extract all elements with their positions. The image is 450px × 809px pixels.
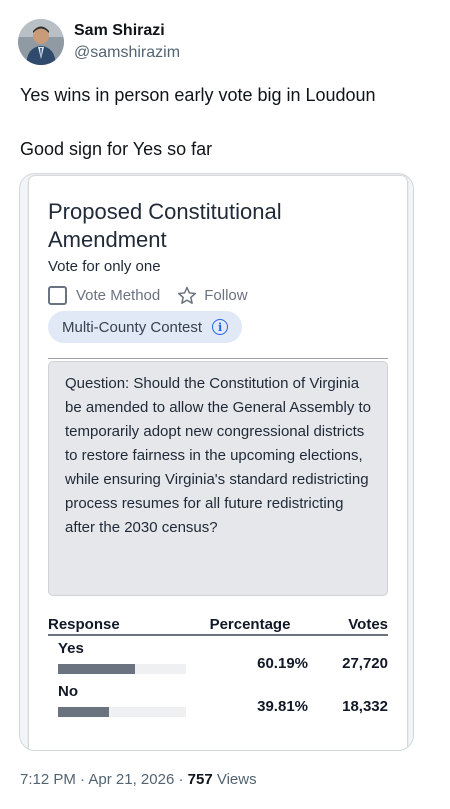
divider xyxy=(48,358,388,359)
ballot-title: Proposed Constitutional Amendment xyxy=(48,199,282,252)
vote-share-bar xyxy=(58,707,186,717)
info-icon: i xyxy=(212,319,229,335)
result-row-no: No 39.81% 18,332 xyxy=(48,679,388,722)
ballot-options-row: Vote Method Follow xyxy=(48,286,248,305)
percentage-value: 39.81% xyxy=(257,698,308,715)
percentage-value: 60.19% xyxy=(257,655,308,672)
vote-share-bar-fill xyxy=(58,707,109,717)
tweet-image[interactable]: Proposed Constitutional Amendment Vote f… xyxy=(19,173,414,751)
views-label: Views xyxy=(216,771,257,788)
response-label: Yes xyxy=(58,640,84,657)
tweet-time[interactable]: 7:12 PM xyxy=(20,771,76,788)
vote-share-bar xyxy=(58,664,186,674)
result-row-yes: Yes 60.19% 27,720 xyxy=(48,636,388,679)
display-name[interactable]: Sam Shirazi xyxy=(74,21,180,41)
vote-instruction: Vote for only one xyxy=(48,258,161,275)
tweet-meta: 7:12 PM · Apr 21, 2026 · 757 Views xyxy=(20,771,257,788)
avatar[interactable] xyxy=(18,19,64,65)
column-header-votes: Votes xyxy=(348,616,388,633)
question-box: Question: Should the Constitution of Vir… xyxy=(48,361,388,596)
contest-pill: Multi-County Contest i xyxy=(48,311,243,343)
user-handle[interactable]: @samshirazim xyxy=(74,43,180,63)
contest-pill-label: Multi-County Contest xyxy=(62,318,203,336)
meta-separator: · xyxy=(178,771,184,788)
vote-method-checkbox xyxy=(48,286,67,305)
follow-control: Follow xyxy=(177,286,248,305)
views-count: 757 xyxy=(187,771,213,788)
ballot-card: Proposed Constitutional Amendment Vote f… xyxy=(29,176,407,750)
results-header: Response Percentage Votes xyxy=(48,616,388,636)
results-table: Response Percentage Votes Yes 60.19% 27,… xyxy=(48,616,388,722)
tweet-text-line: Yes wins in person early vote big in Lou… xyxy=(20,85,376,105)
follow-label: Follow xyxy=(204,287,248,304)
tweet-text-line: Good sign for Yes so far xyxy=(20,139,213,159)
column-header-response: Response xyxy=(48,616,120,633)
vote-method-label: Vote Method xyxy=(76,287,161,304)
votes-value: 18,332 xyxy=(342,698,388,715)
votes-value: 27,720 xyxy=(342,655,388,672)
response-label: No xyxy=(58,683,78,700)
vote-share-bar-fill xyxy=(58,664,136,674)
star-icon xyxy=(178,286,197,304)
column-header-percentage: Percentage xyxy=(209,616,291,633)
tweet-author: Sam Shirazi @samshirazim xyxy=(18,18,180,66)
tweet-date[interactable]: Apr 21, 2026 xyxy=(88,771,174,788)
meta-separator: · xyxy=(80,771,86,788)
